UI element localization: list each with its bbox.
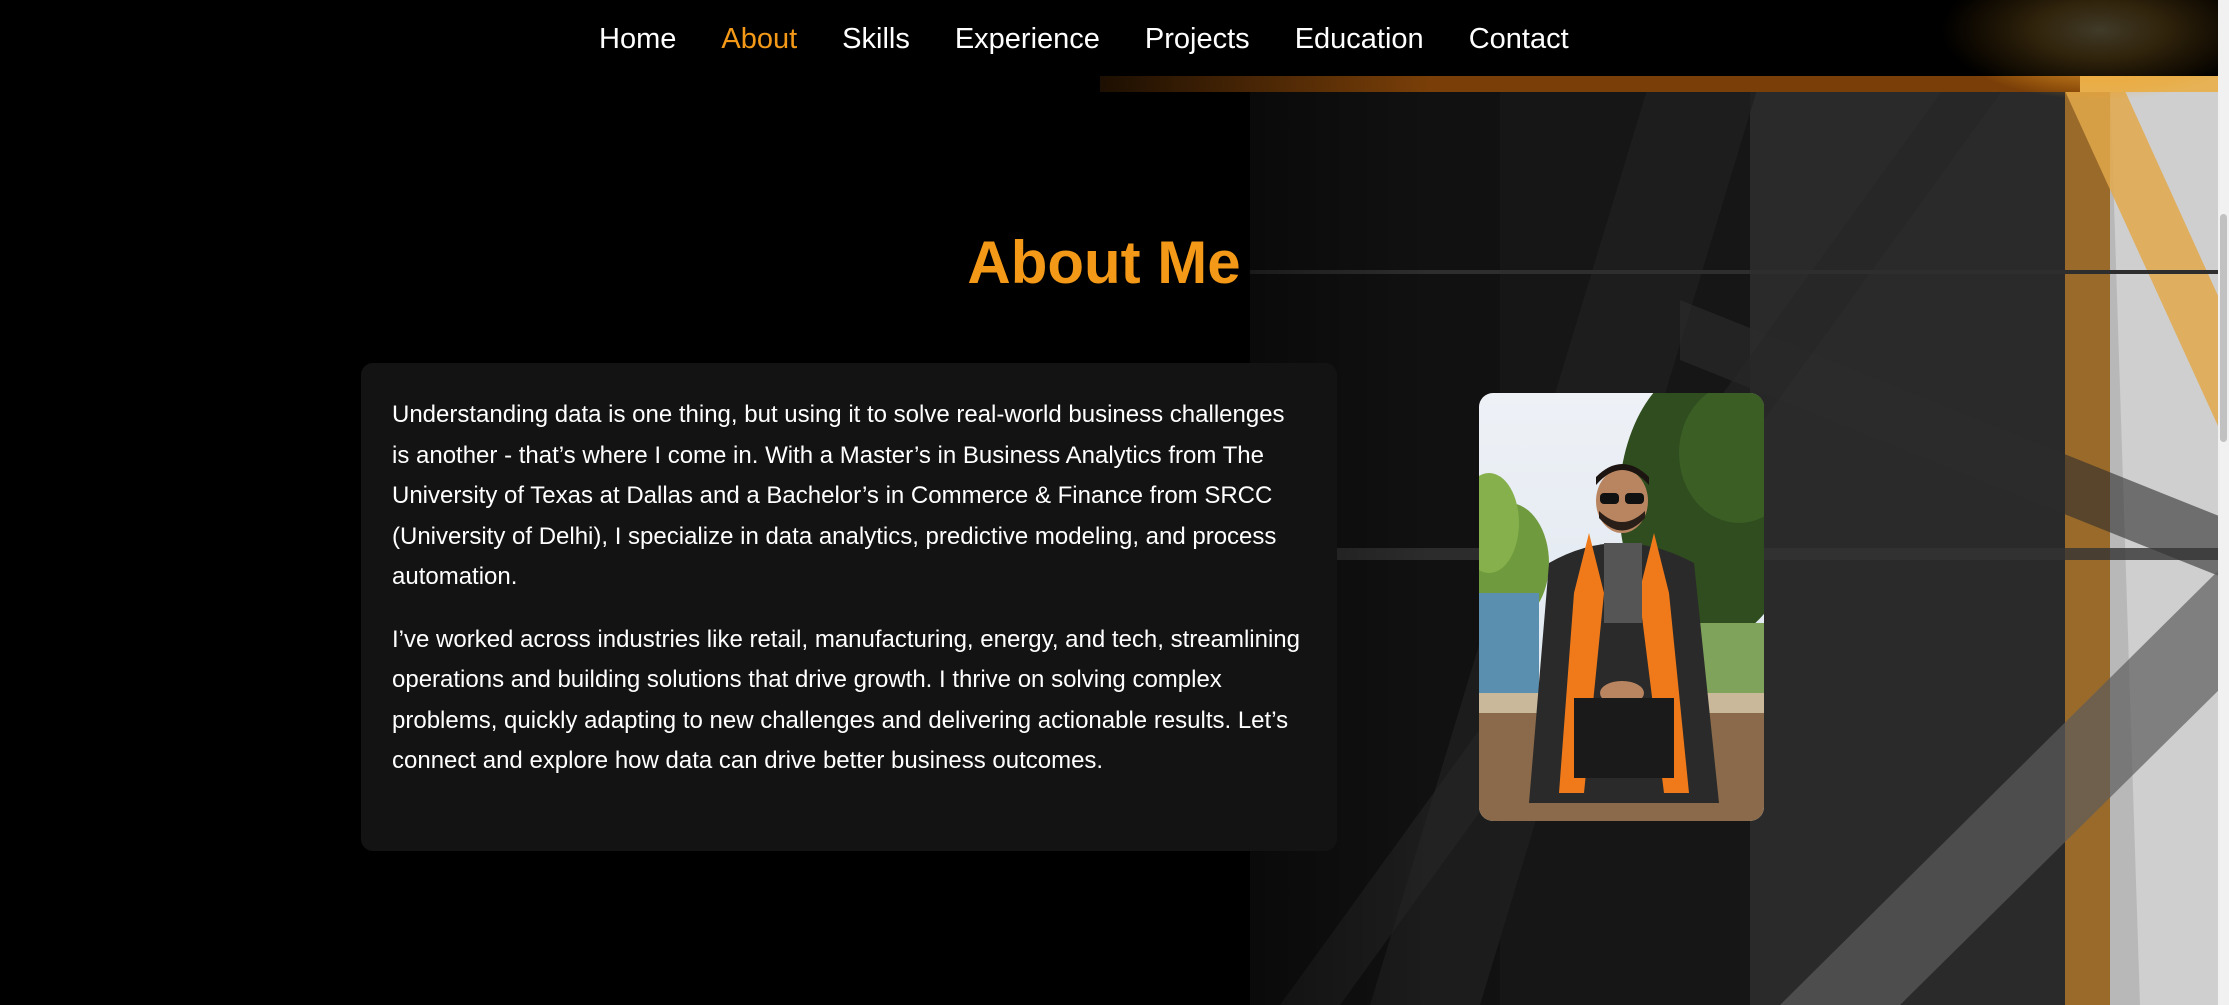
vertical-scrollbar[interactable]: [2218, 0, 2229, 1005]
profile-photo: [1479, 393, 1764, 821]
section-title: About Me: [967, 229, 1241, 296]
scrollbar-thumb[interactable]: [2220, 214, 2227, 442]
about-text-card: Understanding data is one thing, but usi…: [361, 363, 1337, 851]
nav-link-home[interactable]: Home: [599, 23, 676, 56]
top-navigation: Home About Skills Experience Projects Ed…: [0, 0, 2229, 78]
nav-link-about[interactable]: About: [721, 23, 797, 56]
nav-links: Home About Skills Experience Projects Ed…: [599, 0, 1569, 78]
nav-link-experience[interactable]: Experience: [955, 23, 1100, 56]
nav-link-contact[interactable]: Contact: [1469, 23, 1569, 56]
about-paragraph-2: I’ve worked across industries like retai…: [392, 625, 1300, 775]
nav-link-projects[interactable]: Projects: [1145, 23, 1250, 56]
nav-link-skills[interactable]: Skills: [842, 23, 910, 56]
nav-link-education[interactable]: Education: [1295, 23, 1424, 56]
about-paragraph-1: Understanding data is one thing, but usi…: [392, 401, 1285, 590]
page: Home About Skills Experience Projects Ed…: [0, 0, 2229, 1005]
